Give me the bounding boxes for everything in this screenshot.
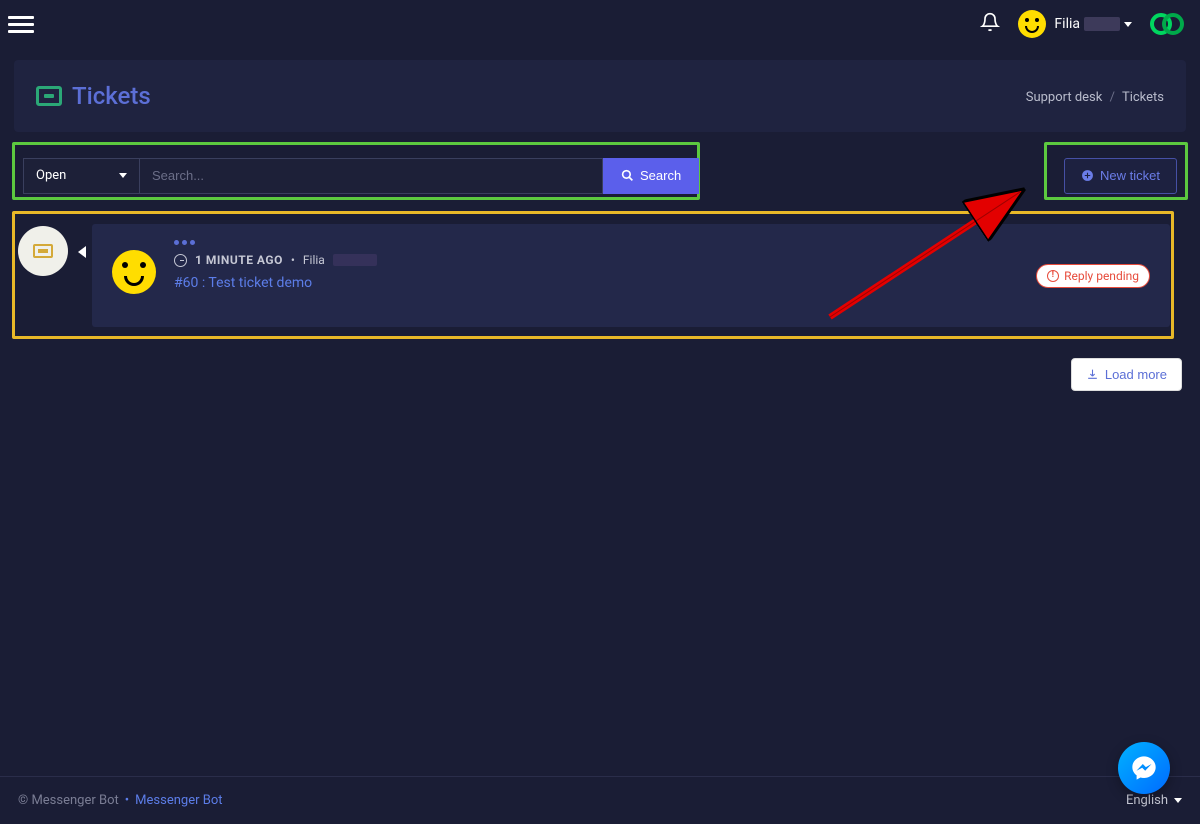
pointer-icon (78, 246, 86, 258)
filter-bar: Open Search New ticket (14, 144, 1186, 198)
status-filter-select[interactable]: Open (23, 158, 140, 194)
ticket-row[interactable]: 1 MINUTE AGO • Filia #60 : Test ticket d… (92, 224, 1170, 327)
topbar-right: Filia (980, 10, 1184, 38)
typing-indicator-icon (174, 240, 1018, 245)
ticket-author: Filia (303, 253, 325, 267)
footer-link[interactable]: Messenger Bot (135, 793, 222, 808)
messenger-icon (1130, 754, 1158, 782)
search-icon (621, 169, 634, 182)
ticket-icon (33, 244, 53, 258)
status-badge: Reply pending (1036, 264, 1150, 288)
alert-icon (1047, 270, 1059, 282)
clock-icon (174, 254, 187, 267)
page-header-card: Tickets Support desk / Tickets (14, 60, 1186, 132)
chevron-down-icon (1174, 798, 1182, 803)
ticket-category-badge (18, 226, 68, 276)
load-more-button[interactable]: Load more (1071, 358, 1182, 391)
chevron-down-icon (119, 173, 127, 178)
footer-copyright: © Messenger Bot (18, 793, 119, 808)
user-avatar-icon (1018, 10, 1046, 38)
page-title-text: Tickets (72, 82, 151, 110)
download-icon (1086, 368, 1099, 381)
page-title: Tickets (36, 82, 1164, 110)
notification-bell-icon[interactable] (980, 12, 1000, 36)
ticket-title-link[interactable]: #60 : Test ticket demo (174, 275, 1018, 291)
ticket-icon (36, 86, 62, 106)
plus-circle-icon (1081, 169, 1094, 182)
user-menu[interactable]: Filia (1018, 10, 1132, 38)
ticket-author-avatar-icon (112, 250, 156, 294)
topbar: Filia (0, 0, 1200, 48)
new-ticket-button[interactable]: New ticket (1064, 158, 1177, 194)
user-name-label: Filia (1054, 16, 1132, 32)
search-input[interactable] (140, 158, 603, 194)
menu-toggle-icon[interactable] (8, 11, 34, 37)
ticket-info: 1 MINUTE AGO • Filia #60 : Test ticket d… (174, 236, 1018, 291)
breadcrumb-current: Tickets (1122, 90, 1164, 105)
ticket-meta: 1 MINUTE AGO • Filia (174, 253, 1018, 267)
messenger-chat-fab[interactable] (1118, 742, 1170, 794)
chevron-down-icon (1124, 22, 1132, 27)
language-selector[interactable]: English (1126, 793, 1182, 808)
ticket-time: 1 MINUTE AGO (195, 253, 283, 267)
footer: © Messenger Bot • Messenger Bot English (0, 776, 1200, 824)
brand-logo-icon[interactable] (1150, 11, 1184, 37)
breadcrumb: Support desk / Tickets (1026, 90, 1164, 105)
search-button[interactable]: Search (603, 158, 699, 194)
breadcrumb-parent[interactable]: Support desk (1026, 90, 1103, 105)
